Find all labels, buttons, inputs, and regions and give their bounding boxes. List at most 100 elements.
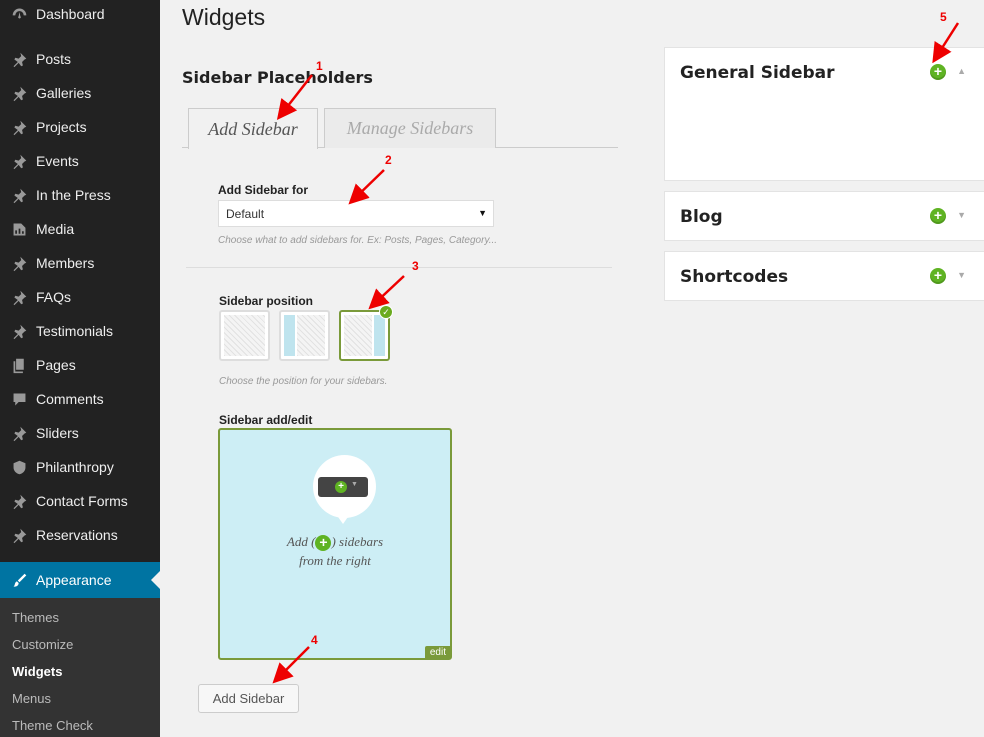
annotation-2: 2 [385, 153, 392, 167]
sidebar-item-dashboard[interactable]: Dashboard [0, 0, 160, 31]
pin-icon [0, 187, 36, 204]
edit-area-label: Sidebar add/edit [219, 413, 313, 427]
sidebar-item-label: FAQs [36, 289, 72, 305]
collapse-arrow-icon[interactable]: ▲ [957, 66, 966, 76]
sidebar-item-events[interactable]: Events [0, 144, 160, 178]
annotation-4: 4 [311, 633, 318, 647]
sidebar-item-label: In the Press [36, 187, 111, 203]
page-title: Widgets [182, 4, 266, 30]
tab-manage-sidebars[interactable]: Manage Sidebars [324, 108, 496, 148]
sidebar-item-members[interactable]: Members [0, 246, 160, 280]
pin-icon [0, 255, 36, 272]
pin-icon [0, 119, 36, 136]
shield-icon [0, 459, 36, 476]
pin-icon [0, 153, 36, 170]
edit-tag[interactable]: edit [424, 646, 451, 659]
admin-sidebar: Dashboard Posts Galleries Projects Event… [0, 0, 160, 737]
expand-arrow-icon[interactable]: ▼ [957, 210, 966, 220]
submenu-themes[interactable]: Themes [12, 610, 59, 625]
tab-add-sidebar[interactable]: Add Sidebar [188, 108, 318, 149]
sidebar-item-appearance[interactable]: Appearance [0, 562, 160, 598]
sidebar-item-label: Projects [36, 119, 87, 135]
sidebar-item-label: Members [36, 255, 95, 271]
add-button-illustration: + ▼ [318, 477, 368, 497]
add-for-hint: Choose what to add sidebars for. Ex: Pos… [218, 235, 498, 246]
sidebar-item-label: Galleries [36, 85, 92, 101]
pin-icon [0, 425, 36, 442]
sidebar-item-label: Dashboard [36, 6, 105, 22]
plus-icon: + [335, 481, 347, 493]
add-sidebar-button[interactable]: Add Sidebar [198, 684, 299, 713]
drop-text-after: ) sidebars [331, 534, 384, 549]
sidebar-item-label: Comments [36, 391, 104, 407]
annotation-1: 1 [316, 59, 323, 73]
bubble-tail [336, 514, 350, 524]
sidebar-item-label: Media [36, 221, 75, 237]
sidebar-item-posts[interactable]: Posts [0, 42, 160, 76]
annotation-arrow-2 [348, 169, 385, 205]
section-divider [186, 267, 612, 268]
position-option-none[interactable] [219, 310, 270, 361]
sidebar-item-pages[interactable]: Pages [0, 348, 160, 382]
submenu-theme-check[interactable]: Theme Check [12, 718, 93, 733]
plus-icon[interactable]: + [930, 268, 946, 284]
pin-icon [0, 493, 36, 510]
sidebar-item-philanthropy[interactable]: Philanthropy [0, 450, 160, 484]
panel-general-sidebar: General Sidebar + ▲ [664, 47, 984, 181]
sidebar-item-label: Posts [36, 51, 72, 67]
pin-icon [0, 527, 36, 544]
sidebar-item-galleries[interactable]: Galleries [0, 76, 160, 110]
sidebar-item-label: Events [36, 153, 79, 169]
pages-icon [0, 357, 36, 374]
pin-icon [0, 85, 36, 102]
annotation-3: 3 [412, 259, 419, 273]
expand-arrow-icon[interactable]: ▼ [957, 270, 966, 280]
position-label: Sidebar position [219, 294, 314, 308]
sidebar-item-label: Sliders [36, 425, 79, 441]
paintbrush-icon [0, 572, 36, 589]
drop-instruction-line1: Add (+) sidebars [220, 534, 450, 552]
annotation-5: 5 [940, 10, 947, 24]
sidebar-item-comments[interactable]: Comments [0, 382, 160, 416]
sidebar-item-contact-forms[interactable]: Contact Forms [0, 484, 160, 518]
panel-title: Blog [680, 207, 723, 227]
dropdown-icon: ▼ [351, 481, 358, 488]
pin-icon [0, 323, 36, 340]
sidebar-item-label: Appearance [36, 572, 112, 588]
submenu-menus[interactable]: Menus [12, 691, 51, 706]
speech-bubble-icon: + ▼ [313, 455, 376, 518]
sidebar-item-faqs[interactable]: FAQs [0, 280, 160, 314]
pin-icon [0, 289, 36, 306]
add-for-select[interactable]: Default ▼ [218, 200, 494, 227]
drop-text-before: Add ( [286, 534, 316, 549]
sidebar-item-label: Contact Forms [36, 493, 128, 509]
panel-title: General Sidebar [680, 63, 835, 83]
plus-icon[interactable]: + [930, 64, 946, 80]
media-icon [0, 221, 36, 238]
pin-icon [0, 51, 36, 68]
sidebar-item-media[interactable]: Media [0, 212, 160, 246]
drop-instruction-line2: from the right [299, 553, 371, 568]
sidebar-drop-area[interactable]: + ▼ Add (+) sidebars from the right edit [218, 428, 452, 660]
position-option-left[interactable] [279, 310, 330, 361]
submenu-customize[interactable]: Customize [12, 637, 73, 652]
panel-title: Shortcodes [680, 267, 789, 287]
sidebar-item-sliders[interactable]: Sliders [0, 416, 160, 450]
add-for-label: Add Sidebar for [218, 183, 309, 197]
submenu-widgets[interactable]: Widgets [12, 664, 62, 679]
position-hint: Choose the position for your sidebars. [219, 376, 388, 387]
sidebar-item-reservations[interactable]: Reservations [0, 518, 160, 552]
sidebar-item-in-the-press[interactable]: In the Press [0, 178, 160, 212]
add-for-value: Default [226, 206, 265, 221]
sidebar-item-label: Reservations [36, 527, 118, 543]
sidebar-item-label: Testimonials [36, 323, 114, 339]
sidebar-item-label: Pages [36, 357, 76, 373]
section-title: Sidebar Placeholders [182, 68, 373, 87]
plus-icon[interactable]: + [930, 208, 946, 224]
dashboard-icon [0, 6, 36, 23]
sidebar-item-testimonials[interactable]: Testimonials [0, 314, 160, 348]
checkmark-icon: ✓ [379, 305, 393, 319]
sidebar-item-projects[interactable]: Projects [0, 110, 160, 144]
position-option-right[interactable]: ✓ [339, 305, 393, 361]
panel-blog: Blog + ▼ [664, 191, 984, 241]
